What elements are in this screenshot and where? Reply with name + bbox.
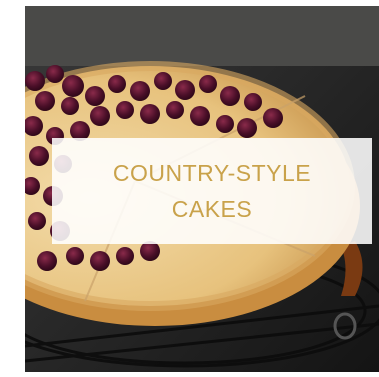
category-tile[interactable]: COUNTRY-STYLE CAKES (25, 6, 379, 372)
category-title-line1: COUNTRY-STYLE (112, 160, 312, 186)
category-caption: COUNTRY-STYLE CAKES (52, 138, 372, 244)
category-title-line2: CAKES (171, 196, 253, 222)
